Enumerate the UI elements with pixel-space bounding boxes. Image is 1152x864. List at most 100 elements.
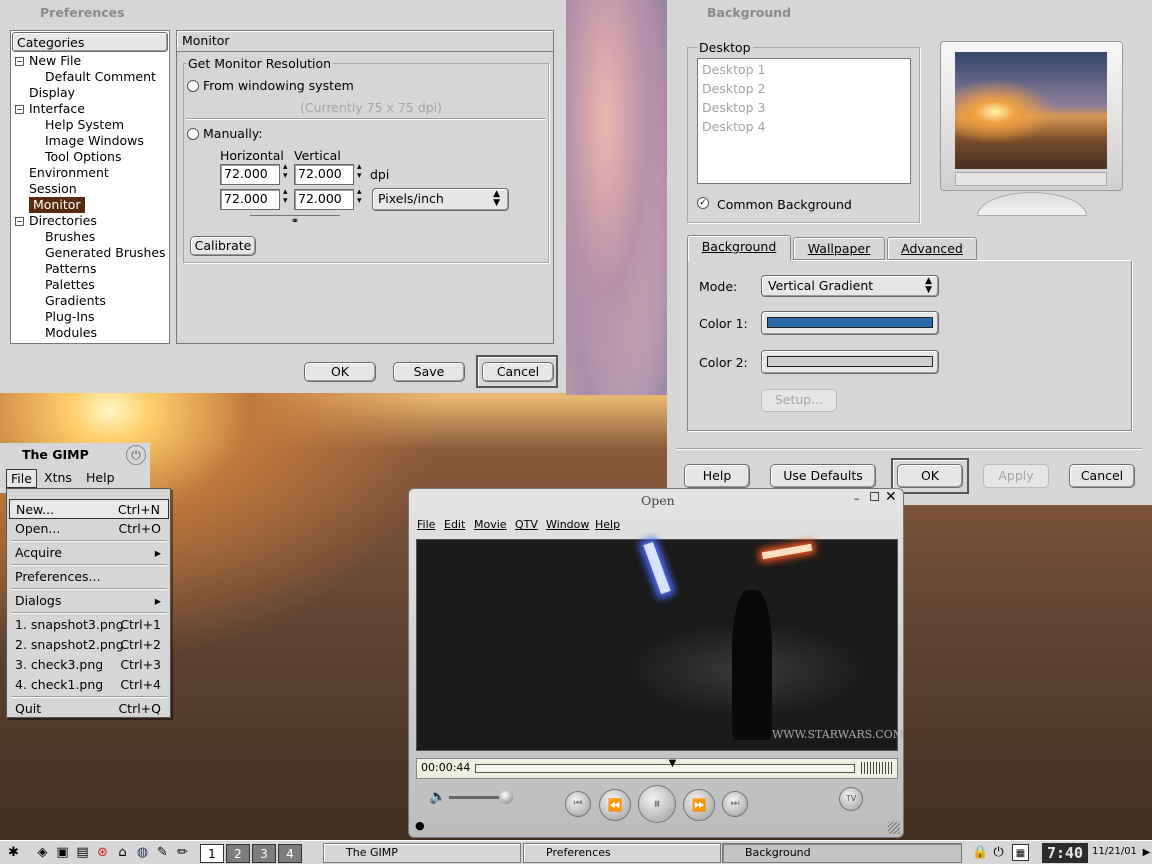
desktop-list-item[interactable]: Desktop 2	[702, 81, 765, 96]
pager-desktop-1[interactable]: 1	[200, 844, 224, 863]
mode-select[interactable]: Vertical Gradient ▲ ▼	[761, 275, 939, 297]
scrubber-thumb[interactable]: ▼	[669, 759, 677, 769]
tree-item[interactable]: Modules	[45, 325, 97, 341]
bg-help-button[interactable]: Help	[684, 464, 750, 488]
browser-globe-icon[interactable]: ◍	[134, 844, 151, 861]
pager-desktop-3[interactable]: 3	[252, 844, 276, 863]
desktop-list-item[interactable]: Desktop 3	[702, 100, 765, 115]
tree-item[interactable]: Display	[29, 85, 75, 101]
qt-menu-help[interactable]: Help	[595, 518, 620, 531]
task-the-gimp[interactable]: The GIMP	[323, 843, 521, 863]
categories-header[interactable]: Categories	[12, 32, 168, 52]
calibrate-button[interactable]: Calibrate	[190, 236, 256, 256]
color2-button[interactable]	[761, 350, 939, 374]
tree-item[interactable]: Palettes	[45, 277, 95, 293]
from-windowing-radio[interactable]	[187, 80, 199, 92]
common-background-checkbox[interactable]: ✓	[697, 197, 709, 209]
tree-item[interactable]: Help System	[45, 117, 124, 133]
tree-item[interactable]: Patterns	[45, 261, 96, 277]
help-lifebuoy-icon[interactable]: ⊛	[94, 844, 111, 861]
menu-item[interactable]: Quit Ctrl+Q	[9, 699, 169, 719]
horizontal-ppi-field[interactable]: 72.000	[220, 189, 280, 210]
vertical-ppi-spinner[interactable]: ▴ ▾	[357, 188, 362, 206]
pause-icon[interactable]: ⏸	[638, 785, 676, 823]
pager-desktop-4[interactable]: 4	[278, 844, 302, 863]
scrubber-track[interactable]	[475, 764, 855, 773]
menu-item[interactable]: 4. check1.png Ctrl+4	[9, 675, 169, 695]
desktop-list-item[interactable]: Desktop 4	[702, 119, 765, 134]
bg-apply-button[interactable]: Apply	[983, 464, 1049, 488]
desktop-list[interactable]: Desktop 1 Desktop 2 Desktop 3 Desktop 4	[697, 58, 911, 184]
tv-button[interactable]: TV	[839, 787, 863, 811]
tree-item[interactable]: Directories	[29, 213, 97, 229]
vertical-ppi-field[interactable]: 72.000	[294, 189, 354, 210]
menubar-xtns[interactable]: Xtns	[40, 469, 76, 486]
prefs-cancel-button[interactable]: Cancel	[482, 362, 554, 382]
tree-item[interactable]: Plug-Ins	[45, 309, 95, 325]
pencil-icon[interactable]: ✏	[174, 844, 191, 861]
color1-button[interactable]	[761, 311, 939, 335]
menu-item[interactable]: Open... Ctrl+O	[9, 519, 169, 539]
menu-item[interactable]: Acquire ▸	[9, 543, 169, 563]
task-preferences[interactable]: Preferences	[523, 843, 721, 863]
tree-item[interactable]: Monitor	[29, 197, 85, 213]
manually-label[interactable]: Manually:	[203, 126, 263, 141]
prefs-ok-button[interactable]: OK	[304, 362, 376, 382]
tree-item[interactable]: Session	[29, 181, 77, 197]
clock[interactable]: 7:40	[1042, 843, 1088, 863]
close-icon[interactable]: ✕	[885, 489, 897, 505]
tree-item[interactable]: New File	[29, 53, 81, 69]
menu-item[interactable]: 3. check3.png Ctrl+3	[9, 655, 169, 675]
fast-forward-icon[interactable]: ⏩	[683, 789, 715, 821]
logout-icon[interactable]: ⏻	[990, 844, 1007, 861]
menubar-help[interactable]: Help	[82, 469, 119, 486]
horizontal-ppi-spinner[interactable]: ▴ ▾	[283, 188, 288, 206]
tree-item[interactable]: Environment	[29, 165, 109, 181]
gimp-icon[interactable]: ✎	[154, 844, 171, 861]
pager-desktop-2[interactable]: 2	[226, 844, 250, 863]
menu-item[interactable]: Dialogs ▸	[9, 591, 169, 611]
skip-back-icon[interactable]: ⏮	[565, 791, 591, 817]
tab-background[interactable]: Background	[687, 235, 791, 261]
qt-menu-window[interactable]: Window	[546, 518, 589, 531]
bg-cancel-button[interactable]: Cancel	[1069, 464, 1135, 488]
collapse-icon[interactable]: −	[15, 105, 24, 114]
manually-radio[interactable]	[187, 128, 199, 140]
qt-menu-edit[interactable]: Edit	[444, 518, 465, 531]
qt-menu-file[interactable]: File	[417, 518, 435, 531]
power-icon[interactable]: ⏻	[126, 445, 146, 465]
from-windowing-label[interactable]: From windowing system	[203, 78, 354, 93]
bg-ok-button[interactable]: OK	[897, 464, 963, 488]
desktop-list-item[interactable]: Desktop 1	[702, 62, 765, 77]
rewind-icon[interactable]: ⏪	[599, 789, 631, 821]
editor-icon[interactable]: ▤	[74, 844, 91, 861]
menu-item[interactable]: New... Ctrl+N	[9, 499, 169, 519]
tree-item[interactable]: Generated Brushes	[45, 245, 166, 261]
tree-item[interactable]: Brushes	[45, 229, 95, 245]
task-background[interactable]: Background	[722, 843, 962, 863]
minimize-icon[interactable]: –	[854, 492, 860, 505]
horizontal-dpi-field[interactable]: 72.000	[220, 164, 280, 185]
vertical-dpi-field[interactable]: 72.000	[294, 164, 354, 185]
tree-item[interactable]: Image Windows	[45, 133, 144, 149]
tab-wallpaper[interactable]: Wallpaper	[793, 237, 885, 260]
volume-thumb[interactable]	[499, 790, 513, 804]
tab-advanced[interactable]: Advanced	[887, 237, 977, 260]
qt-menu-movie[interactable]: Movie	[474, 518, 507, 531]
tree-item[interactable]: Default Comment	[45, 69, 156, 85]
categories-tree[interactable]: Categories New File − Default Comment Displ…	[10, 30, 170, 344]
horizontal-dpi-spinner[interactable]: ▴ ▾	[283, 163, 288, 181]
unit-select[interactable]: Pixels/inch ▲ ▼	[372, 188, 509, 211]
tree-item[interactable]: Gradients	[45, 293, 106, 309]
tree-item[interactable]: Interface	[29, 101, 85, 117]
calendar-icon[interactable]: ▦	[1012, 844, 1029, 861]
chain-link-icon[interactable]: ⚭	[250, 215, 340, 227]
window-list-icon[interactable]: ◈	[34, 844, 51, 861]
terminal-icon[interactable]: ▣	[54, 844, 71, 861]
prefs-save-button[interactable]: Save	[393, 362, 465, 382]
home-icon[interactable]: ⌂	[114, 844, 131, 861]
menu-item[interactable]: Preferences...	[9, 567, 169, 587]
maximize-icon[interactable]	[870, 492, 879, 501]
qt-menu-qtv[interactable]: QTV	[515, 518, 538, 531]
speaker-icon[interactable]: 🔈	[429, 789, 446, 805]
